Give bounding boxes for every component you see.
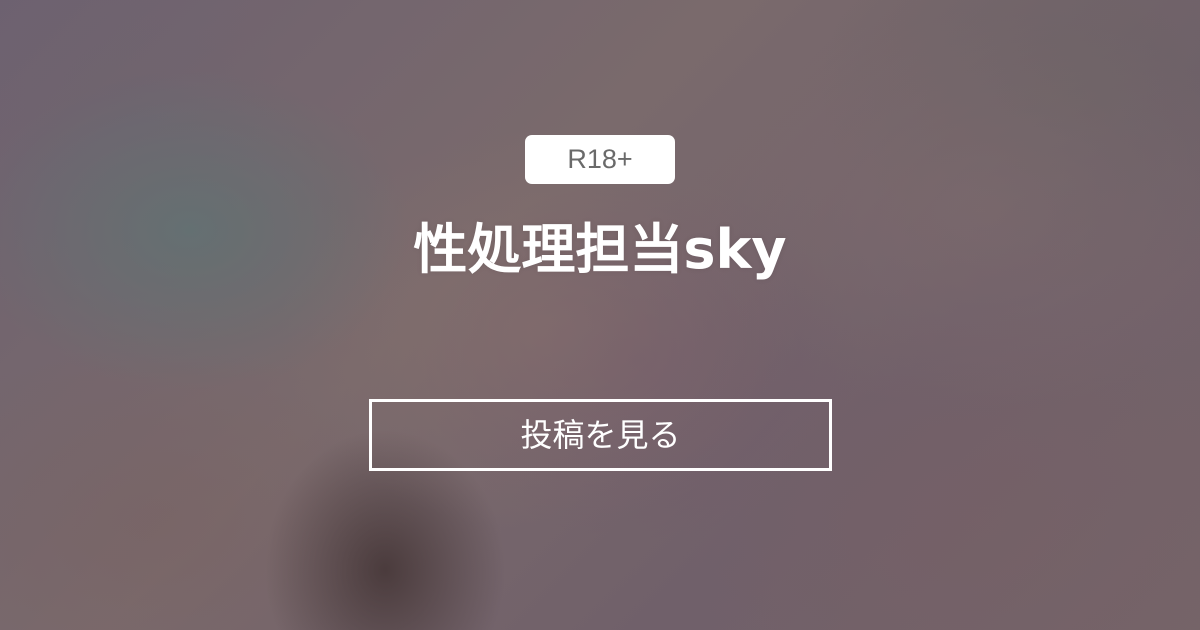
creator-name: 性処理担当sky	[413, 218, 787, 281]
view-posts-button[interactable]: 投稿を見る	[369, 399, 832, 471]
age-rating-badge: R18+	[525, 135, 675, 184]
share-card: R18+ 性処理担当sky 投稿を見る	[0, 0, 1200, 630]
